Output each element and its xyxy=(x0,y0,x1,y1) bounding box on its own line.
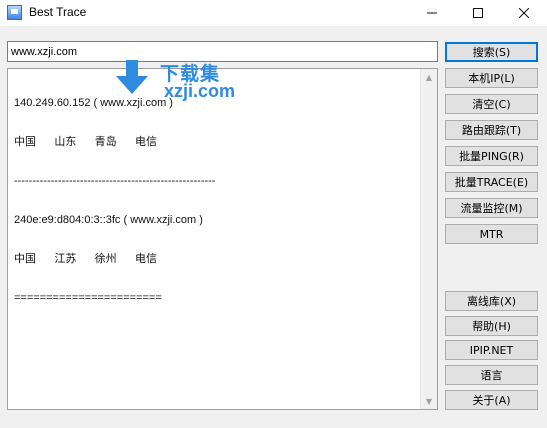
search-button[interactable]: 搜索(S) xyxy=(445,42,538,62)
local-ip-button[interactable]: 本机IP(L) xyxy=(445,68,538,88)
clear-button[interactable]: 清空(C) xyxy=(445,94,538,114)
batch-trace-button[interactable]: 批量TRACE(E) xyxy=(445,172,538,192)
scroll-down-icon[interactable]: ▼ xyxy=(425,397,433,406)
output-line: 240e:e9:d804:0:3::3fc ( www.xzji.com ) xyxy=(14,214,203,226)
close-button[interactable] xyxy=(501,0,547,26)
output-line: 140.249.60.152 ( www.xzji.com ) xyxy=(14,97,173,109)
offline-db-button[interactable]: 离线库(X) xyxy=(445,291,538,311)
scroll-up-icon[interactable]: ▲ xyxy=(425,73,433,82)
app-icon xyxy=(7,5,22,20)
minimize-button[interactable] xyxy=(409,0,455,26)
ipip-button[interactable]: IPIP.NET xyxy=(445,340,538,360)
help-button[interactable]: 帮助(H) xyxy=(445,316,538,336)
window-title: Best Trace xyxy=(29,5,87,19)
maximize-button[interactable] xyxy=(455,0,501,26)
output-textarea[interactable]: 140.249.60.152 ( www.xzji.com ) 中国 山东 青岛… xyxy=(7,68,438,410)
batch-ping-button[interactable]: 批量PING(R) xyxy=(445,146,538,166)
route-trace-button[interactable]: 路由跟踪(T) xyxy=(445,120,538,140)
vertical-scrollbar[interactable]: ▲ ▼ xyxy=(420,69,437,409)
close-icon xyxy=(519,8,529,18)
about-button[interactable]: 关于(A) xyxy=(445,390,538,410)
title-bar: Best Trace xyxy=(0,0,547,26)
output-text: 140.249.60.152 ( www.xzji.com ) 中国 山东 青岛… xyxy=(14,71,215,331)
output-line: 中国 江苏 徐州 电信 xyxy=(14,253,158,265)
output-line: ======================= xyxy=(14,292,162,304)
maximize-icon xyxy=(473,8,483,18)
mtr-button[interactable]: MTR xyxy=(445,224,538,244)
search-input[interactable] xyxy=(7,41,438,62)
output-line: 中国 山东 青岛 电信 xyxy=(14,136,158,148)
minimize-icon xyxy=(427,12,437,14)
traffic-monitor-button[interactable]: 流量监控(M) xyxy=(445,198,538,218)
language-button[interactable]: 语言 xyxy=(445,365,538,385)
output-line: ----------------------------------------… xyxy=(14,175,216,187)
